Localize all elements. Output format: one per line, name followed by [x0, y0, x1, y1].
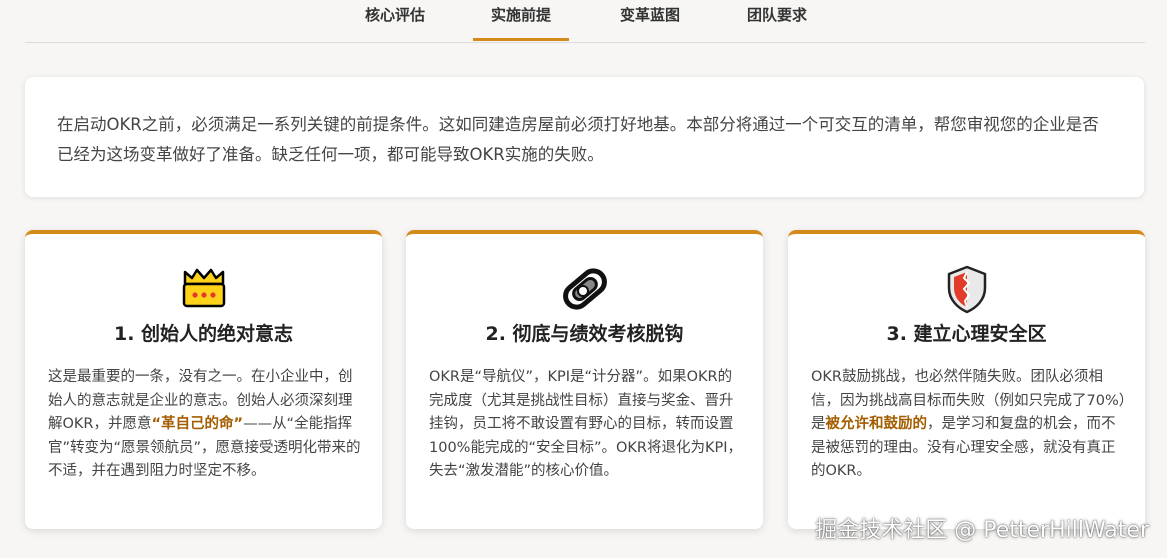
- intro-panel: 在启动OKR之前，必须满足一系列关键的前提条件。这如同建造房屋前必须打好地基。本…: [25, 77, 1144, 197]
- crown-icon: [180, 264, 228, 314]
- card-highlight: 被允许和鼓励的: [825, 416, 928, 432]
- watermark: 掘金技术社区 @ PetterHillWater: [815, 518, 1149, 543]
- card-title: 1. 创始人的绝对意志: [113, 323, 294, 345]
- tab-team-requirements[interactable]: 团队要求: [729, 0, 825, 40]
- card-psychological-safety: 3. 建立心理安全区 OKR鼓励挑战，也必然伴随失败。团队必须相信，因为挑战高目…: [788, 230, 1145, 529]
- tab-core-assessment[interactable]: 核心评估: [347, 0, 443, 40]
- card-decouple-performance: 2. 彻底与绩效考核脱钩 OKR是“导航仪”，KPI是“计分器”。如果OKR的完…: [406, 230, 763, 529]
- tab-bar: 核心评估 实施前提 变革蓝图 团队要求: [25, 0, 1145, 43]
- link-icon: [561, 264, 609, 314]
- card-title: 3. 建立心理安全区: [886, 323, 1047, 345]
- card-title: 2. 彻底与绩效考核脱钩: [485, 323, 684, 345]
- intro-text: 在启动OKR之前，必须满足一系列关键的前提条件。这如同建造房屋前必须打好地基。本…: [57, 115, 1099, 164]
- card-body: OKR是“导航仪”，KPI是“计分器”。如果OKR的完成度（尤其是挑战性目标）直…: [429, 366, 745, 484]
- card-body: 这是最重要的一条，没有之一。在小企业中，创始人的意志就是企业的意志。创始人必须深…: [48, 366, 364, 484]
- shield-icon: [943, 264, 991, 314]
- card-highlight: “革自己的命”: [151, 416, 244, 432]
- card-text: OKR是“导航仪”，KPI是“计分器”。如果OKR的完成度（尤其是挑战性目标）直…: [429, 369, 743, 479]
- tab-change-blueprint[interactable]: 变革蓝图: [602, 0, 698, 40]
- card-body: OKR鼓励挑战，也必然伴随失败。团队必须相信，因为挑战高目标而失败（例如只完成了…: [811, 366, 1127, 484]
- card-founder-will: 1. 创始人的绝对意志 这是最重要的一条，没有之一。在小企业中，创始人的意志就是…: [25, 230, 382, 529]
- tab-prerequisites[interactable]: 实施前提: [473, 0, 569, 41]
